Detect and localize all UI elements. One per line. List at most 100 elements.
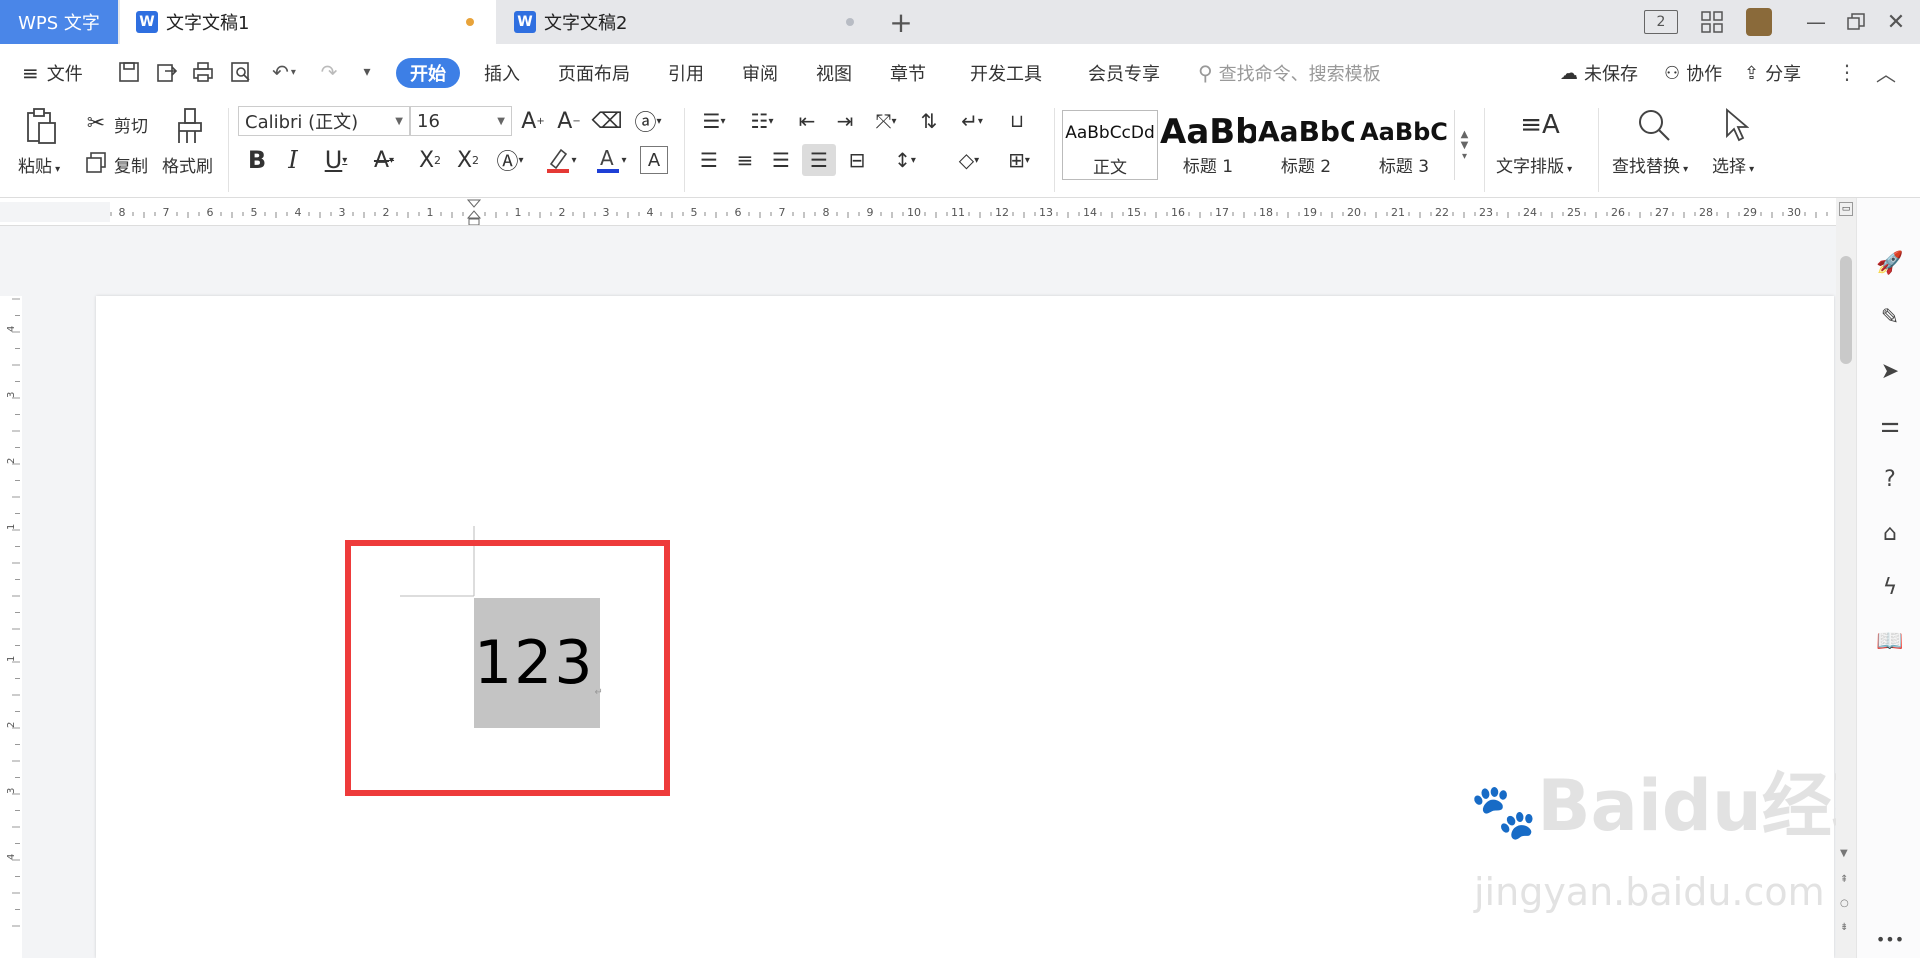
text-effect-icon[interactable]: Ⓐ ▾	[490, 144, 530, 176]
restore-icon[interactable]	[1842, 8, 1870, 36]
vertical-ruler[interactable]: 4 3 2 1 1 2 3 4	[0, 296, 22, 958]
text-layout-button[interactable]: 文字排版 ▾	[1496, 152, 1572, 177]
shrink-font-icon[interactable]: A −	[554, 106, 584, 136]
numbering-icon[interactable]: ☷ ▾	[742, 106, 782, 136]
shading-icon[interactable]: ◇ ▾	[948, 144, 990, 176]
undo-icon[interactable]: ↶ ▾	[266, 58, 302, 86]
close-icon[interactable]: ✕	[1882, 8, 1910, 36]
style-normal[interactable]: AaBbCcDd 正文	[1062, 110, 1158, 180]
font-color-icon[interactable]: A ▾	[590, 144, 632, 176]
help-icon[interactable]: ?	[1877, 466, 1903, 492]
tab-references[interactable]: 引用	[668, 58, 704, 88]
scroll-thumb[interactable]	[1840, 256, 1852, 364]
magnifier-icon[interactable]	[1634, 106, 1674, 144]
print-icon[interactable]	[190, 58, 216, 86]
select-pointer-icon[interactable]	[1718, 106, 1754, 144]
vertical-scrollbar[interactable]: ▭ ▼ ⇞ ○ ⇟	[1836, 198, 1856, 958]
more-dots-icon[interactable]: •••	[1876, 926, 1904, 952]
prev-page-icon[interactable]: ⇞	[1840, 874, 1848, 885]
rocket-icon[interactable]: 🚀	[1876, 250, 1903, 276]
unsaved-button[interactable]: ☁ 未保存	[1560, 58, 1638, 88]
scroll-down-icon[interactable]: ▼	[1840, 848, 1848, 859]
tab-home[interactable]: 开始	[396, 58, 460, 88]
styles-scroll[interactable]: ▲ ▼ ▾	[1454, 110, 1474, 180]
new-tab-button[interactable]: +	[886, 6, 916, 39]
format-painter-icon[interactable]	[172, 106, 208, 146]
tab-insert[interactable]: 插入	[484, 58, 520, 88]
copy-icon[interactable]	[82, 150, 110, 176]
collab-button[interactable]: ⚇ 协作	[1664, 58, 1722, 88]
align-center-icon[interactable]: ≡	[730, 144, 760, 176]
strikethrough-icon[interactable]: A ▾	[364, 144, 404, 176]
show-marks-icon[interactable]: ↵ ▾	[952, 106, 992, 136]
char-border-icon[interactable]: A	[640, 146, 668, 174]
decrease-indent-icon[interactable]: ⇤	[792, 106, 822, 136]
format-painter-button[interactable]: 格式刷	[162, 152, 213, 177]
doc-tab-1[interactable]: W 文字文稿1	[120, 0, 496, 44]
justify-icon[interactable]: ☰	[802, 144, 836, 176]
paste-icon[interactable]	[22, 106, 62, 146]
align-left-icon[interactable]: ☰	[694, 144, 724, 176]
style-heading-1[interactable]: AaBb 标题 1	[1160, 110, 1256, 180]
tab-review[interactable]: 审阅	[742, 58, 778, 88]
next-page-icon[interactable]: ⇟	[1840, 922, 1848, 933]
highlight-color-icon[interactable]: ▾	[540, 144, 582, 176]
avatar[interactable]	[1746, 8, 1772, 36]
page-count-icon[interactable]: 2	[1644, 10, 1678, 34]
distribute-icon[interactable]: ⊟	[842, 144, 872, 176]
subscript-icon[interactable]: X2	[452, 144, 484, 176]
file-menu[interactable]: ≡ 文件	[22, 58, 83, 88]
increase-indent-icon[interactable]: ⇥	[830, 106, 860, 136]
save-icon[interactable]	[116, 58, 142, 86]
command-search[interactable]: ⚲ 查找命令、搜索模板	[1198, 58, 1381, 88]
find-replace-button[interactable]: 查找替换 ▾	[1612, 152, 1688, 177]
doc-tab-2[interactable]: W 文字文稿2	[498, 0, 874, 44]
tab-developer[interactable]: 开发工具	[970, 58, 1042, 88]
style-heading-3[interactable]: AaBbC 标题 3	[1356, 110, 1452, 180]
cut-button[interactable]: 剪切	[114, 112, 148, 137]
superscript-icon[interactable]: X2	[414, 144, 446, 176]
collapse-ribbon-icon[interactable]: ︿	[1872, 58, 1900, 86]
tab-section[interactable]: 章节	[890, 58, 926, 88]
phonetic-icon[interactable]: ⓐ ▾	[628, 106, 668, 136]
quick-access-dropdown-icon[interactable]: ▾	[354, 58, 380, 86]
borders-icon[interactable]: ⊞ ▾	[998, 144, 1040, 176]
font-size-select[interactable]: 16 ▼	[410, 106, 512, 136]
italic-icon[interactable]: I	[280, 144, 306, 176]
export-icon[interactable]	[154, 58, 180, 86]
book-search-icon[interactable]: 📖	[1876, 628, 1903, 654]
cursor-icon[interactable]: ➤	[1877, 358, 1903, 384]
pen-icon[interactable]: ✎	[1877, 304, 1903, 330]
font-name-select[interactable]: Calibri (正文) ▼	[238, 106, 410, 136]
store-icon[interactable]: ⌂	[1877, 520, 1903, 546]
horizontal-ruler[interactable]: 8 7 6 5 4 3 2 1 1 2 3 4 5 6 7 8 9 10 11 12 13 14 15 16 17 18 19 20 2…	[0, 198, 1836, 226]
eraser-icon[interactable]: ⌫	[591, 106, 622, 136]
tab-page-layout[interactable]: 页面布局	[558, 58, 630, 88]
bold-icon[interactable]: B	[244, 144, 270, 176]
share-button[interactable]: ⇪ 分享	[1744, 58, 1801, 88]
more-icon[interactable]: ⋮	[1836, 58, 1858, 86]
split-icon[interactable]: ▭	[1839, 202, 1853, 216]
minimize-icon[interactable]: —	[1802, 8, 1830, 36]
bullets-icon[interactable]: ☰ ▾	[694, 106, 734, 136]
sliders-icon[interactable]: ⚌	[1877, 412, 1903, 438]
copy-button[interactable]: 复制	[114, 152, 148, 177]
align-right-icon[interactable]: ☰	[766, 144, 796, 176]
tab-member[interactable]: 会员专享	[1088, 58, 1160, 88]
chinese-layout-icon[interactable]: ⤧ ▾	[866, 106, 906, 136]
grid-apps-icon[interactable]	[1698, 8, 1726, 36]
browse-object-icon[interactable]: ○	[1840, 898, 1849, 909]
style-heading-2[interactable]: AaBbC 标题 2	[1258, 110, 1354, 180]
sort-icon[interactable]: ⇅	[914, 106, 944, 136]
text-layout-icon[interactable]: ≡A	[1520, 106, 1560, 144]
paste-button[interactable]: 粘贴 ▾	[18, 152, 60, 177]
redo-icon[interactable]: ↷	[316, 58, 342, 86]
tab-view[interactable]: 视图	[816, 58, 852, 88]
tab-stops-icon[interactable]: ⊔	[1000, 106, 1034, 136]
scissors-icon[interactable]: ✂	[82, 110, 110, 136]
select-button[interactable]: 选择 ▾	[1712, 152, 1754, 177]
app-tab[interactable]: WPS 文字	[0, 0, 118, 44]
print-preview-icon[interactable]	[228, 58, 254, 86]
line-spacing-icon[interactable]: ↕ ▾	[884, 144, 926, 176]
underline-icon[interactable]: U ▾	[316, 144, 356, 176]
